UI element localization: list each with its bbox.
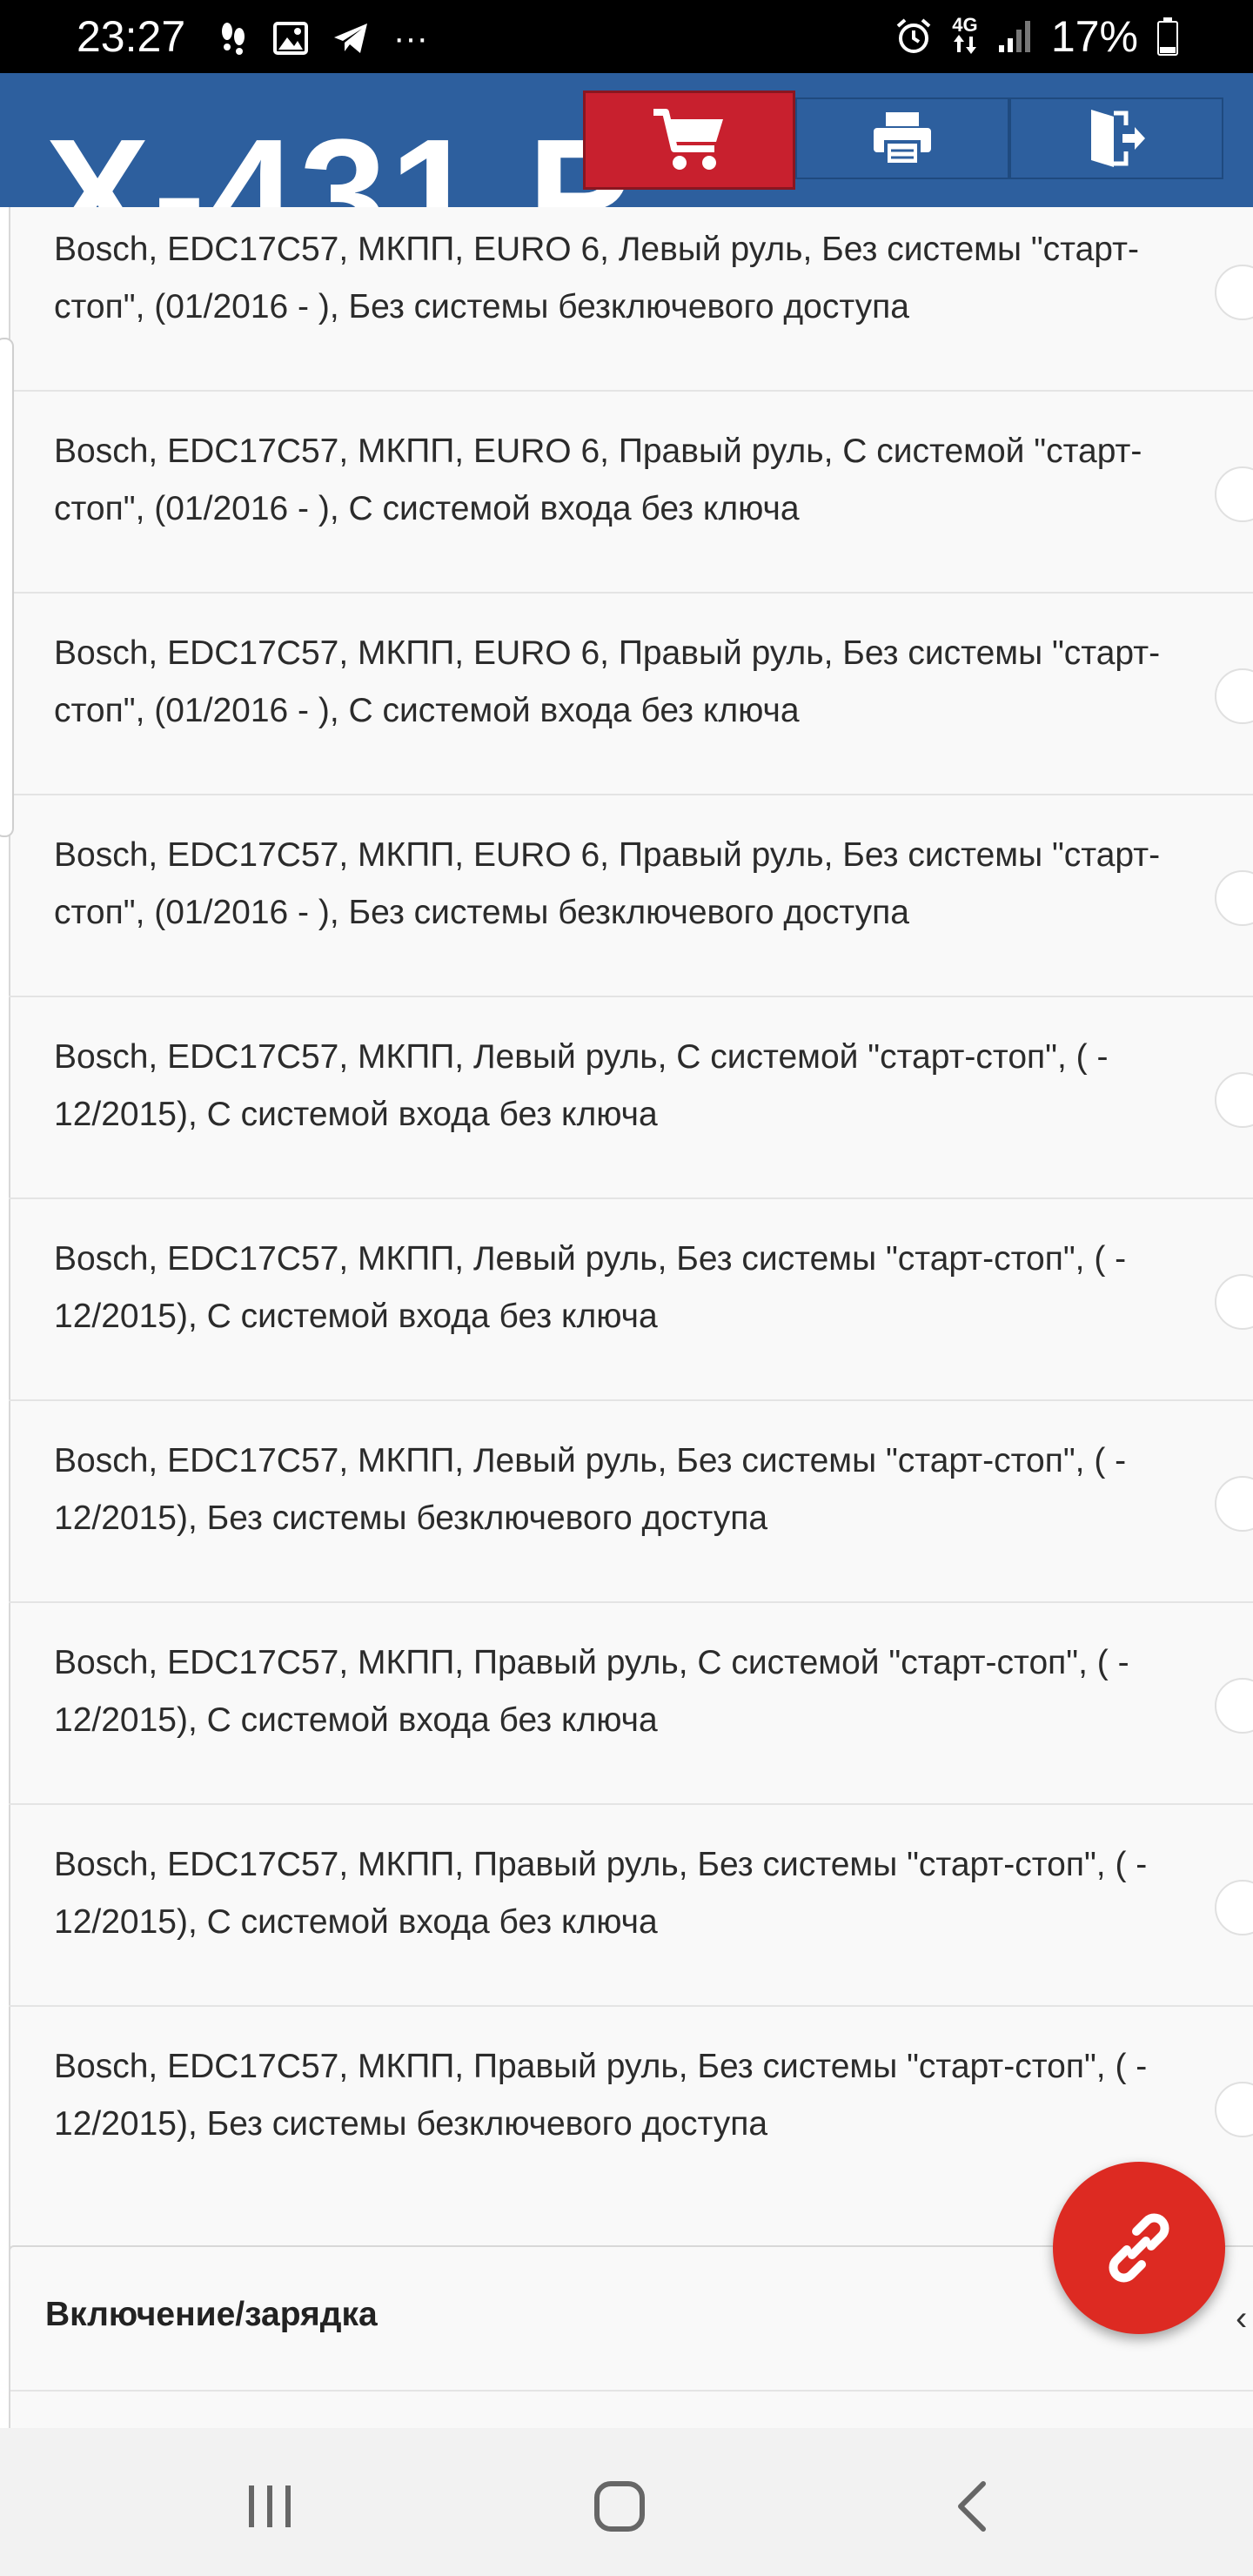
option-radio[interactable] bbox=[1215, 1880, 1253, 1935]
cart-button[interactable] bbox=[583, 91, 795, 190]
section-title[interactable]: Включение/зарядка bbox=[45, 2296, 378, 2334]
status-time: 23:27 bbox=[77, 12, 186, 61]
option-radio[interactable] bbox=[1215, 1072, 1253, 1128]
list-item[interactable]: Bosch, EDC17C57, МКПП, Левый руль, Без с… bbox=[9, 1401, 1253, 1603]
exit-button[interactable] bbox=[1009, 97, 1223, 179]
list-item[interactable]: Bosch, EDC17C57, МКПП, Правый руль, Без … bbox=[9, 2007, 1253, 2209]
signal-icon bbox=[998, 21, 1030, 52]
list-item[interactable]: Bosch, EDC17C57, МКПП, Левый руль, С сис… bbox=[9, 997, 1253, 1199]
option-label: Bosch, EDC17C57, МКПП, EURO 6, Правый ру… bbox=[54, 836, 1161, 931]
option-label: Bosch, EDC17C57, МКПП, EURO 6, Левый рул… bbox=[54, 231, 1139, 325]
option-radio[interactable] bbox=[1215, 466, 1253, 522]
network-type: 4G bbox=[952, 15, 978, 58]
content-area[interactable]: Bosch, EDC17C57, МКПП, EURO 6, Левый рул… bbox=[0, 207, 1253, 2428]
home-button[interactable] bbox=[585, 2472, 654, 2541]
option-radio[interactable] bbox=[1215, 2082, 1253, 2137]
print-button[interactable] bbox=[795, 97, 1009, 179]
battery-percent: 17% bbox=[1050, 12, 1138, 61]
option-label: Bosch, EDC17C57, МКПП, Левый руль, Без с… bbox=[54, 1240, 1127, 1335]
telegram-icon bbox=[334, 23, 367, 53]
option-radio[interactable] bbox=[1215, 668, 1253, 724]
option-radio[interactable] bbox=[1215, 870, 1253, 926]
exit-icon bbox=[1091, 110, 1145, 167]
cart-icon bbox=[653, 109, 723, 170]
back-button[interactable] bbox=[936, 2472, 1006, 2541]
list-item[interactable]: Bosch, EDC17C57, МКПП, EURO 6, Правый ру… bbox=[9, 392, 1253, 594]
option-radio[interactable] bbox=[1215, 265, 1253, 320]
option-label: Bosch, EDC17C57, МКПП, EURO 6, Правый ру… bbox=[54, 433, 1142, 527]
home-icon bbox=[594, 2481, 645, 2532]
option-radio[interactable] bbox=[1215, 1274, 1253, 1330]
system-icons: 4G 17% bbox=[895, 12, 1178, 61]
option-radio[interactable] bbox=[1215, 1476, 1253, 1532]
option-label: Bosch, EDC17C57, МКПП, Правый руль, Без … bbox=[54, 1846, 1148, 1941]
list-item[interactable]: Bosch, EDC17C57, МКПП, EURO 6, Левый рул… bbox=[9, 207, 1253, 392]
more-notifications-icon: ··· bbox=[393, 19, 428, 57]
list-item[interactable]: Bosch, EDC17C57, МКПП, Правый руль, С си… bbox=[9, 1603, 1253, 1805]
option-label: Bosch, EDC17C57, МКПП, Правый руль, С си… bbox=[54, 1644, 1129, 1739]
list-item[interactable]: Bosch, EDC17C57, МКПП, EURO 6, Правый ру… bbox=[9, 594, 1253, 795]
alarm-icon bbox=[896, 18, 931, 53]
link-fab-button[interactable] bbox=[1053, 2162, 1225, 2334]
recents-icon bbox=[249, 2485, 291, 2527]
list-item[interactable]: Bosch, EDC17C57, МКПП, Правый руль, Без … bbox=[9, 1805, 1253, 2007]
option-label: Bosch, EDC17C57, МКПП, Левый руль, Без с… bbox=[54, 1442, 1127, 1537]
recents-button[interactable] bbox=[235, 2472, 305, 2541]
notification-icons: ··· bbox=[218, 14, 428, 63]
gallery-icon bbox=[273, 22, 308, 55]
system-nav-bar bbox=[0, 2428, 1253, 2576]
chevron-left-icon[interactable]: ‹ bbox=[1236, 2299, 1247, 2338]
divider bbox=[10, 2390, 1253, 2392]
link-icon bbox=[1109, 2213, 1169, 2283]
data-arrows-icon bbox=[953, 34, 976, 54]
printer-icon bbox=[874, 112, 931, 166]
battery-icon bbox=[1157, 17, 1178, 56]
option-label: Bosch, EDC17C57, МКПП, Левый руль, С сис… bbox=[54, 1038, 1109, 1133]
option-radio[interactable] bbox=[1215, 1678, 1253, 1734]
status-bar: 23:27 ··· 4G 17% bbox=[0, 0, 1253, 73]
option-label: Bosch, EDC17C57, МКПП, EURO 6, Правый ру… bbox=[54, 634, 1161, 729]
list-item[interactable]: Bosch, EDC17C57, МКПП, EURO 6, Правый ру… bbox=[9, 795, 1253, 997]
side-drawer-handle[interactable] bbox=[0, 338, 14, 837]
list-item[interactable]: Bosch, EDC17C57, МКПП, Левый руль, Без с… bbox=[9, 1199, 1253, 1401]
back-icon bbox=[958, 2481, 986, 2532]
footsteps-icon bbox=[222, 23, 245, 55]
app-logo: X-431 P bbox=[45, 107, 636, 208]
option-label: Bosch, EDC17C57, МКПП, Правый руль, Без … bbox=[54, 2048, 1148, 2143]
